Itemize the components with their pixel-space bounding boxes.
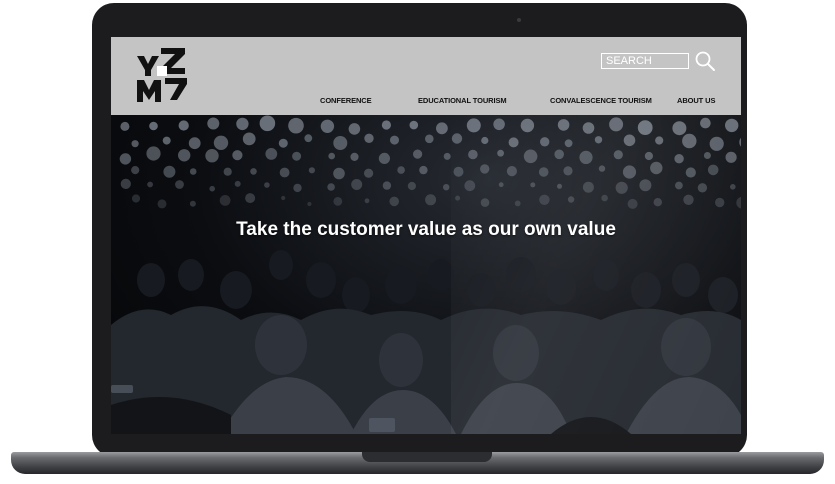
nav-convalescence-tourism[interactable]: CONVALESCENCE TOURISM xyxy=(550,96,652,105)
screen-glare xyxy=(451,115,741,434)
camera-dot xyxy=(517,18,521,22)
nav-educational-tourism[interactable]: EDUCATIONAL TOURISM xyxy=(418,96,507,105)
laptop-notch xyxy=(362,452,492,462)
site-logo[interactable] xyxy=(135,44,191,104)
search-icon[interactable] xyxy=(693,49,717,73)
site-header: CONFERENCE EDUCATIONAL TOURISM CONVALESC… xyxy=(111,37,741,115)
hero-banner: Take the customer value as our own value xyxy=(111,115,741,434)
search-input[interactable] xyxy=(601,53,689,69)
laptop-screen: CONFERENCE EDUCATIONAL TOURISM CONVALESC… xyxy=(111,37,741,434)
hero-title: Take the customer value as our own value xyxy=(236,219,616,240)
nav-conference[interactable]: CONFERENCE xyxy=(320,96,372,105)
nav-about-us[interactable]: ABOUT US xyxy=(677,96,715,105)
